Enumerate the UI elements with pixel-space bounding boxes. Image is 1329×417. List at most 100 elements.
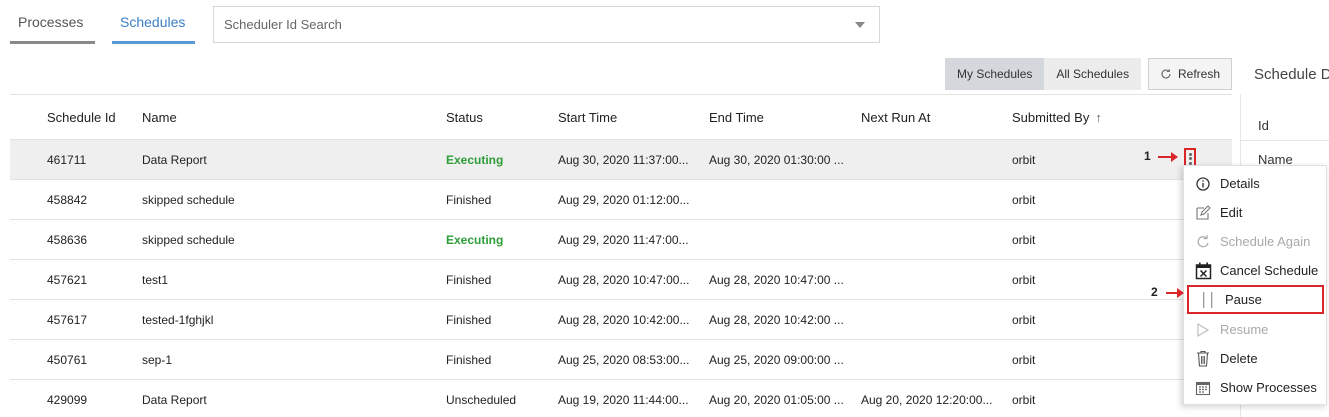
menu-item-schedule-again: Schedule Again (1184, 227, 1326, 256)
cell-next-run-at: Aug 20, 2020 12:20:00... (861, 393, 993, 407)
cell-start-time: Aug 28, 2020 10:47:00... (558, 273, 690, 287)
cell-submitted-by: orbit (1012, 233, 1036, 247)
calendar-icon (1194, 379, 1212, 397)
cell-name: Data Report (142, 153, 207, 167)
column-submitted-by-label: Submitted By (1012, 110, 1090, 125)
scheduler-id-search[interactable] (213, 6, 880, 43)
table-row[interactable]: 458636 skipped schedule Executing Aug 29, … (10, 220, 1232, 260)
cell-end-time: Aug 28, 2020 10:47:00 ... (709, 273, 844, 287)
column-submitted-by[interactable]: Submitted By ↑ (1012, 110, 1102, 125)
side-panel-title: Schedule Details (1254, 66, 1329, 83)
menu-item-edit[interactable]: Edit (1184, 198, 1326, 227)
calendar-cancel-icon (1194, 262, 1212, 280)
chevron-down-icon[interactable] (855, 22, 865, 28)
menu-item-label: Resume (1220, 322, 1269, 337)
menu-item-label: Show Processes (1220, 380, 1317, 395)
cell-schedule-id: 457621 (47, 273, 88, 287)
cell-status: Finished (446, 193, 492, 207)
column-start-time[interactable]: Start Time (558, 110, 617, 125)
cell-submitted-by: orbit (1012, 193, 1036, 207)
cell-end-time: Aug 25, 2020 09:00:00 ... (709, 353, 844, 367)
cell-name: sep-1 (142, 353, 173, 367)
refresh-label: Refresh (1177, 67, 1221, 81)
menu-item-delete[interactable]: Delete (1184, 344, 1326, 373)
column-status[interactable]: Status (446, 110, 483, 125)
menu-item-show-processes[interactable]: Show Processes (1184, 373, 1326, 402)
table-row[interactable]: 429099 Data Report Unscheduled Aug 19, 2020… (10, 380, 1232, 417)
table-row[interactable]: 457621 test1 Finished Aug 28, 2020 10:47:00… (10, 260, 1232, 300)
menu-item-label: Schedule Again (1220, 234, 1311, 249)
info-icon (1194, 175, 1212, 193)
cell-schedule-id: 458636 (47, 233, 88, 247)
edit-icon (1194, 204, 1212, 222)
cell-start-time: Aug 29, 2020 01:12:00... (558, 193, 690, 207)
menu-item-pause[interactable]: Pause (1187, 285, 1324, 314)
all-schedules-button[interactable]: All Schedules (1044, 58, 1142, 90)
pause-icon (1199, 291, 1217, 309)
cell-submitted-by: orbit (1012, 353, 1036, 367)
column-schedule-id[interactable]: Schedule Id (47, 110, 116, 125)
refresh-icon (1161, 69, 1171, 79)
side-panel-separator (1240, 140, 1329, 141)
column-next-run-at[interactable]: Next Run At (861, 110, 930, 125)
menu-item-label: Cancel Schedule (1220, 263, 1319, 278)
table-row[interactable]: 458842 skipped schedule Finished Aug 29, 2… (10, 180, 1232, 220)
cell-status: Executing (446, 153, 504, 167)
schedules-table: Schedule Id Name Status Start Time End T… (10, 94, 1232, 140)
cell-end-time: Aug 20, 2020 01:05:00 ... (709, 393, 844, 407)
column-end-time[interactable]: End Time (709, 110, 764, 125)
table-row[interactable]: 457617 tested-1fghjkl Finished Aug 28, 2020… (10, 300, 1232, 340)
trash-icon (1194, 350, 1212, 368)
table-row[interactable]: 450761 sep-1 Finished Aug 25, 2020 08:53:00… (10, 340, 1232, 380)
cell-name: tested-1fghjkl (142, 313, 214, 327)
cell-start-time: Aug 25, 2020 08:53:00... (558, 353, 690, 367)
refresh-button[interactable]: Refresh (1148, 58, 1232, 90)
search-input[interactable] (214, 7, 834, 42)
annotation-step-2-arrow-icon (1166, 288, 1184, 298)
column-name[interactable]: Name (142, 110, 177, 125)
menu-item-label: Details (1220, 176, 1260, 191)
top-bar: Processes Schedules (0, 0, 1329, 48)
play-icon (1194, 321, 1212, 339)
menu-item-resume: Resume (1184, 315, 1326, 344)
menu-item-details[interactable]: Details (1184, 169, 1326, 198)
menu-item-cancel-schedule[interactable]: Cancel Schedule (1184, 256, 1326, 285)
my-schedules-button[interactable]: My Schedules (945, 58, 1045, 90)
cell-submitted-by: orbit (1012, 273, 1036, 287)
cell-name: skipped schedule (142, 193, 235, 207)
annotation-step-1-label: 1 (1144, 149, 1151, 163)
cell-start-time: Aug 29, 2020 11:47:00... (558, 233, 689, 247)
cell-schedule-id: 450761 (47, 353, 88, 367)
table-header: Schedule Id Name Status Start Time End T… (10, 94, 1232, 140)
cell-name: Data Report (142, 393, 207, 407)
cell-schedule-id: 457617 (47, 313, 88, 327)
cell-schedule-id: 429099 (47, 393, 88, 407)
cell-status: Unscheduled (446, 393, 517, 407)
cell-start-time: Aug 28, 2020 10:42:00... (558, 313, 690, 327)
cell-schedule-id: 461711 (47, 153, 87, 167)
menu-item-label: Edit (1220, 205, 1243, 220)
cell-status: Finished (446, 353, 492, 367)
table-row[interactable]: 461711 Data Report Executing Aug 30, 2020 1… (10, 140, 1232, 180)
menu-item-label: Pause (1225, 292, 1262, 307)
annotation-step-2-label: 2 (1151, 285, 1158, 299)
cell-name: skipped schedule (142, 233, 235, 247)
cell-submitted-by: orbit (1012, 153, 1036, 167)
cell-status: Finished (446, 313, 492, 327)
annotation-step-1-arrow-icon (1158, 152, 1178, 162)
cell-end-time: Aug 28, 2020 10:42:00 ... (709, 313, 844, 327)
cell-status: Executing (446, 233, 504, 247)
menu-item-label: Delete (1220, 351, 1258, 366)
cell-name: test1 (142, 273, 169, 287)
sort-ascending-icon: ↑ (1095, 110, 1102, 125)
row-context-menu: Details Edit Schedule Again Cancel Schedule… (1183, 165, 1327, 405)
tab-processes[interactable]: Processes (9, 14, 96, 44)
tab-schedules[interactable]: Schedules (111, 14, 196, 44)
cell-schedule-id: 458842 (47, 193, 88, 207)
side-panel-id-label: Id (1258, 118, 1269, 133)
cell-submitted-by: orbit (1012, 313, 1036, 327)
cell-end-time: Aug 30, 2020 01:30:00 ... (709, 153, 844, 167)
cell-status: Finished (446, 273, 492, 287)
cell-submitted-by: orbit (1012, 393, 1036, 407)
schedule-filter: My Schedules All Schedules (945, 58, 1142, 90)
